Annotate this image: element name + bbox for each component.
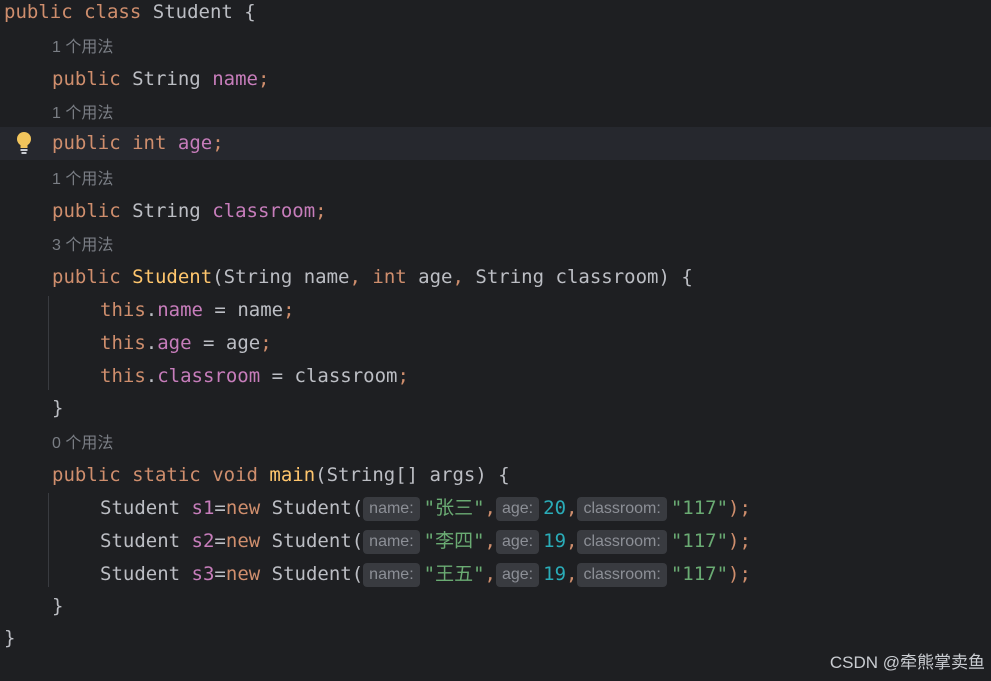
usage-hint[interactable]: 1 个用法	[52, 96, 991, 129]
param-hint-name: name:	[363, 529, 420, 554]
usage-hint[interactable]: 1 个用法	[52, 162, 991, 195]
indent-guide	[48, 493, 49, 587]
class-name: Student	[152, 1, 233, 23]
code-line[interactable]: public static void main(String[] args) {	[52, 459, 991, 492]
param-hint-classroom: classroom:	[577, 529, 667, 554]
watermark: CSDN @牵熊掌卖鱼	[829, 653, 985, 672]
usage-hint[interactable]: 0 个用法	[52, 426, 991, 459]
code-line[interactable]: this.classroom = classroom;	[100, 360, 991, 393]
usage-hint[interactable]: 3 个用法	[52, 228, 991, 261]
code-line[interactable]: public String name;	[52, 63, 991, 96]
code-line[interactable]: Student s3=new Student(name: "王五", age: 19,…	[100, 558, 991, 591]
code-line[interactable]: this.age = age;	[100, 327, 991, 360]
code-line[interactable]: this.name = name;	[100, 294, 991, 327]
code-line[interactable]: public class Student {	[4, 0, 991, 29]
code-line-current[interactable]: public int age;	[0, 127, 991, 160]
param-hint-age: age:	[495, 562, 540, 587]
code-line[interactable]: }	[52, 590, 991, 623]
usage-hint[interactable]: 1 个用法	[52, 30, 991, 63]
lightbulb-icon[interactable]	[14, 130, 34, 156]
param-hint-name: name:	[363, 496, 420, 521]
indent-guide	[48, 296, 49, 390]
code-line[interactable]: public Student(String name, int age, Str…	[52, 261, 991, 294]
code-editor[interactable]: public class Student { 1 个用法 public Stri…	[0, 0, 991, 681]
param-hint-classroom: classroom:	[577, 562, 667, 587]
param-hint-age: age:	[495, 496, 540, 521]
param-hint-name: name:	[363, 562, 420, 587]
code-line[interactable]: Student s1=new Student(name: "张三", age: 20,…	[100, 492, 991, 525]
code-line[interactable]: }	[52, 392, 991, 425]
param-hint-age: age:	[495, 529, 540, 554]
code-line[interactable]: public String classroom;	[52, 195, 991, 228]
param-hint-classroom: classroom:	[577, 496, 667, 521]
code-line[interactable]: Student s2=new Student(name: "李四", age: 19,…	[100, 525, 991, 558]
